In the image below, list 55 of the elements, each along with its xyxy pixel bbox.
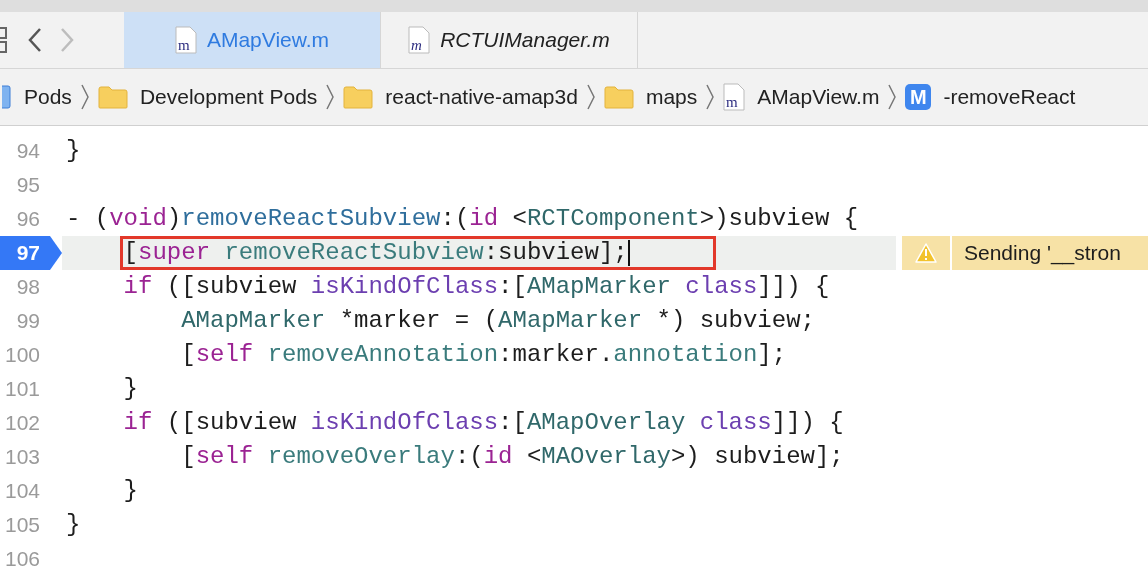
line-number: 94 — [15, 138, 41, 164]
folder-icon — [97, 85, 128, 109]
code-line: - (void)removeReactSubview:(id <RCTComponent>)subview { — [65, 204, 859, 234]
grid-icon[interactable] — [0, 25, 10, 55]
line-number: 100 — [3, 342, 41, 368]
breadcrumb-item[interactable]: maps — [599, 85, 702, 109]
code-line: [self removeAnnotation:marker.annotation]; — [180, 340, 787, 370]
code-line: AMapMarker *marker = (AMapMarker *) subview; — [180, 306, 815, 336]
code-line: if ([subview isKindOfClass:[AMapOverlay class]]) { — [122, 408, 844, 438]
code-line: } — [122, 374, 138, 404]
chevron-icon — [585, 83, 596, 111]
breadcrumb-label: Development Pods — [139, 85, 318, 109]
folder-icon — [603, 85, 634, 109]
code-line: } — [122, 476, 138, 506]
breadcrumb-item[interactable]: Pods — [0, 84, 76, 110]
line-number: 95 — [15, 172, 41, 198]
file-icon: m — [174, 26, 197, 54]
file-icon: m — [408, 26, 431, 54]
line-number: 103 — [3, 444, 41, 470]
editor-tab[interactable]: m AMapView.m — [124, 12, 381, 68]
chevron-icon — [705, 83, 716, 111]
breadcrumb-item[interactable]: M -removeReact — [901, 84, 1080, 110]
project-icon — [2, 84, 12, 110]
method-icon: M — [905, 84, 932, 110]
breadcrumb-label: react-native-amap3d — [385, 85, 578, 109]
line-number: 105 — [3, 512, 41, 538]
line-number: 102 — [3, 410, 41, 436]
code-line: if ([subview isKindOfClass:[AMapMarker class]]) { — [122, 272, 830, 302]
code-line: } — [65, 510, 81, 540]
breadcrumb-label: Pods — [24, 85, 72, 109]
line-number: 98 — [15, 274, 41, 300]
tab-label: RCTUIManager.m — [440, 28, 610, 52]
chevron-icon — [79, 83, 90, 111]
breadcrumb-item[interactable]: react-native-amap3d — [339, 85, 582, 109]
code-line: [self removeOverlay:(id <MAOverlay>) subview]; — [180, 442, 844, 472]
code-line: } — [65, 136, 81, 166]
line-number: 101 — [3, 376, 41, 402]
breadcrumb-item[interactable]: m AMapView.m — [719, 83, 884, 111]
warning-message: Sending '__stron — [952, 236, 1148, 270]
breadcrumb-label: maps — [645, 85, 698, 109]
breadcrumb-label: AMapView.m — [757, 85, 880, 109]
breadcrumb-label: -removeReact — [943, 85, 1076, 109]
line-number: 97 — [0, 236, 62, 270]
line-number: 99 — [15, 308, 41, 334]
file-icon: m — [723, 83, 746, 111]
back-button[interactable] — [28, 27, 42, 53]
line-number: 106 — [3, 546, 41, 572]
line-number: 104 — [3, 478, 41, 504]
breadcrumb-item[interactable]: Development Pods — [93, 85, 322, 109]
chevron-icon — [887, 83, 898, 111]
editor-tab[interactable]: m RCTUIManager.m — [381, 12, 638, 68]
line-number: 96 — [15, 206, 41, 232]
tab-label: AMapView.m — [206, 28, 330, 52]
chevron-icon — [325, 83, 336, 111]
folder-icon — [343, 85, 374, 109]
